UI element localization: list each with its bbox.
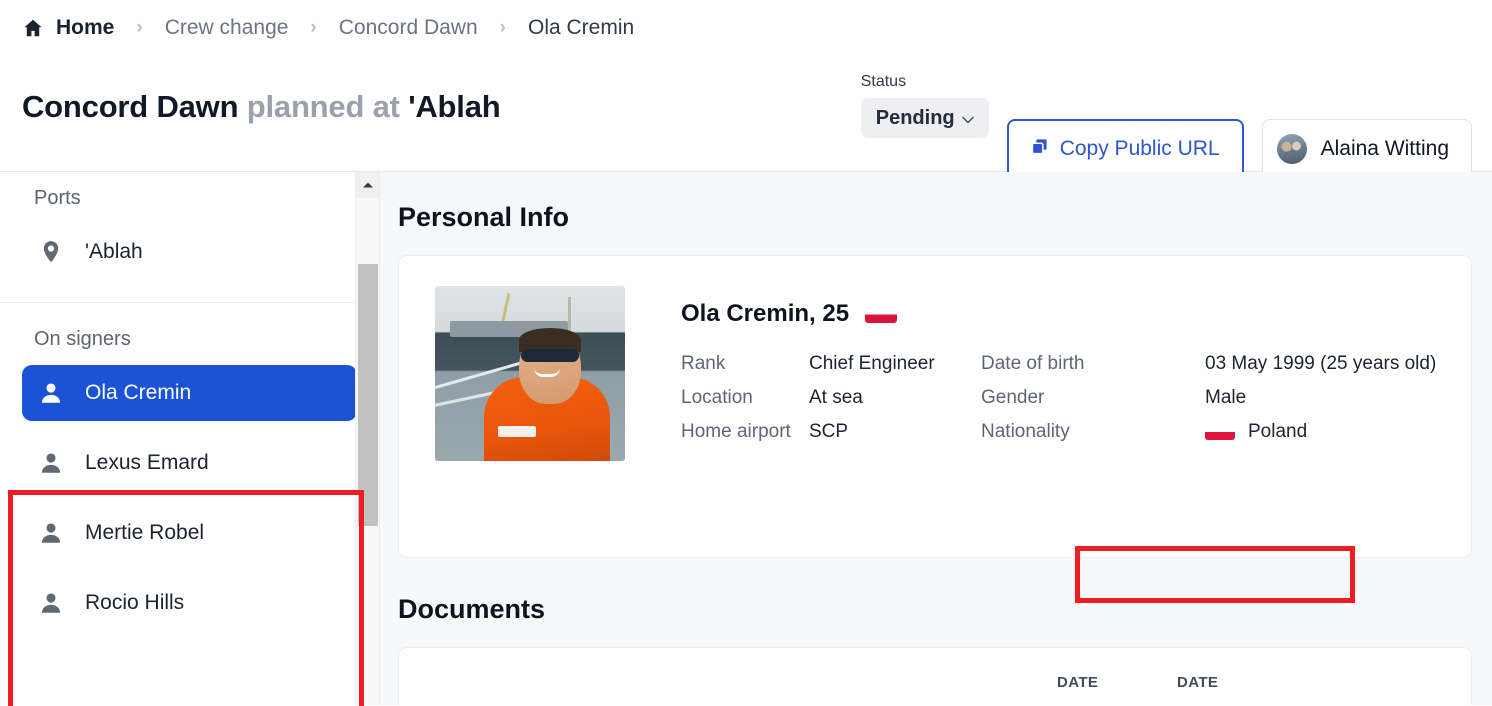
- copy-public-url-button[interactable]: Copy Public URL: [1006, 119, 1244, 179]
- sidebar: Ports 'Ablah On signers Ola Cremin Lexus…: [0, 172, 380, 706]
- info-grid: Rank Chief Engineer Date of birth 03 May…: [681, 352, 1471, 444]
- sidebar-ports-section: Ports 'Ablah: [0, 172, 379, 303]
- status-block: Status Pending: [860, 72, 989, 138]
- copy-icon: [1031, 138, 1048, 160]
- user-name-label: Alaina Witting: [1320, 137, 1449, 160]
- sidebar-ports-heading: Ports: [34, 187, 81, 209]
- person-icon: [38, 590, 64, 616]
- sidebar-signer-label: Lexus Emard: [85, 451, 209, 474]
- breadcrumb-item-ola-cremin[interactable]: Ola Cremin: [528, 16, 634, 40]
- breadcrumb-home[interactable]: Home: [22, 16, 114, 40]
- sidebar-item-lexus-emard[interactable]: Lexus Emard: [22, 435, 357, 491]
- breadcrumb: Home › Crew change › Concord Dawn › Ola …: [0, 0, 1492, 56]
- documents-title: Documents: [398, 594, 546, 624]
- status-dropdown[interactable]: Pending: [860, 98, 989, 138]
- documents-table: DATE DATE: [398, 647, 1472, 705]
- person-icon: [38, 450, 64, 476]
- personal-info-fields: Ola Cremin, 25 Rank Chief Engineer Date …: [681, 286, 1471, 557]
- status-label: Status: [860, 73, 907, 90]
- sidebar-item-ola-cremin[interactable]: Ola Cremin: [22, 365, 357, 421]
- documents-column-date-1: DATE: [1057, 674, 1099, 691]
- location-label: Location: [681, 387, 753, 408]
- page-title-state: planned at: [246, 89, 400, 124]
- nationality-label: Nationality: [981, 421, 1070, 442]
- sidebar-port-label: 'Ablah: [85, 240, 143, 263]
- scrollbar-thumb[interactable]: [358, 264, 378, 526]
- sidebar-signer-label: Ola Cremin: [85, 381, 192, 404]
- crew-photo: [435, 286, 625, 461]
- page-title: Concord Dawn planned at 'Ablah: [22, 89, 501, 125]
- sidebar-signers-section: On signers Ola Cremin Lexus Emard Mertie…: [0, 303, 379, 631]
- gender-value: Male: [1205, 387, 1247, 408]
- person-icon: [38, 380, 64, 406]
- breadcrumb-item-crew-change[interactable]: Crew change: [165, 16, 289, 40]
- breadcrumb-home-label: Home: [56, 16, 115, 39]
- gender-label: Gender: [981, 387, 1045, 408]
- dob-value: 03 May 1999 (25 years old): [1205, 353, 1437, 374]
- sidebar-item-mertie-robel[interactable]: Mertie Robel: [22, 505, 357, 561]
- person-icon: [38, 520, 64, 546]
- home-airport-value: SCP: [809, 421, 849, 442]
- personal-info-card: Ola Cremin, 25 Rank Chief Engineer Date …: [398, 255, 1472, 603]
- person-name-and-age: Ola Cremin, 25: [681, 292, 1471, 336]
- scroll-up-icon[interactable]: [356, 172, 379, 198]
- chevron-down-icon: [961, 111, 974, 126]
- dob-label: Date of birth: [981, 353, 1085, 374]
- avatar: [1276, 134, 1307, 164]
- sunglasses-icon: [520, 349, 579, 362]
- status-value: Pending: [875, 106, 955, 129]
- header-actions: Status Pending Copy Public URL Alaina Wi…: [860, 72, 1472, 179]
- sidebar-signers-heading: On signers: [34, 328, 131, 350]
- sidebar-item-rocio-hills[interactable]: Rocio Hills: [22, 575, 357, 631]
- rank-label: Rank: [681, 353, 726, 374]
- personal-info-title: Personal Info: [398, 202, 570, 232]
- location-value: At sea: [809, 387, 863, 408]
- page-title-vessel: Concord Dawn: [22, 89, 239, 124]
- breadcrumb-separator-1: ›: [136, 17, 143, 38]
- user-menu-button[interactable]: Alaina Witting: [1261, 119, 1472, 179]
- page-title-port: 'Ablah: [408, 89, 501, 124]
- person-name-label: Ola Cremin, 25: [681, 300, 850, 327]
- breadcrumb-separator-2: ›: [310, 17, 317, 38]
- breadcrumb-item-concord-dawn[interactable]: Concord Dawn: [339, 16, 478, 40]
- photo-crane-secondary: [568, 296, 571, 332]
- main-content: Personal Info Ola Cremin, 25 Rank Chief …: [380, 172, 1492, 705]
- home-airport-label: Home airport: [681, 421, 791, 442]
- documents-column-date-2: DATE: [1177, 674, 1219, 691]
- poland-flag-icon: [1205, 424, 1235, 440]
- home-icon: [22, 17, 44, 39]
- rank-value: Chief Engineer: [809, 353, 935, 374]
- sidebar-signer-label: Mertie Robel: [85, 521, 205, 544]
- copy-public-url-label: Copy Public URL: [1059, 137, 1220, 160]
- map-pin-icon: [38, 239, 64, 265]
- poland-flag-icon: [865, 305, 898, 323]
- breadcrumb-separator-3: ›: [499, 17, 506, 38]
- nationality-value: Poland: [1248, 421, 1308, 442]
- photo-name-badge: [497, 426, 536, 437]
- sidebar-signer-label: Rocio Hills: [85, 591, 185, 614]
- nationality-value-row: Poland: [1205, 420, 1471, 444]
- sidebar-item-port-ablah[interactable]: 'Ablah: [22, 224, 357, 280]
- page-header: Concord Dawn planned at 'Ablah Status Pe…: [0, 56, 1492, 179]
- sidebar-scrollbar[interactable]: [355, 172, 379, 705]
- page-body: Ports 'Ablah On signers Ola Cremin Lexus…: [0, 172, 1492, 706]
